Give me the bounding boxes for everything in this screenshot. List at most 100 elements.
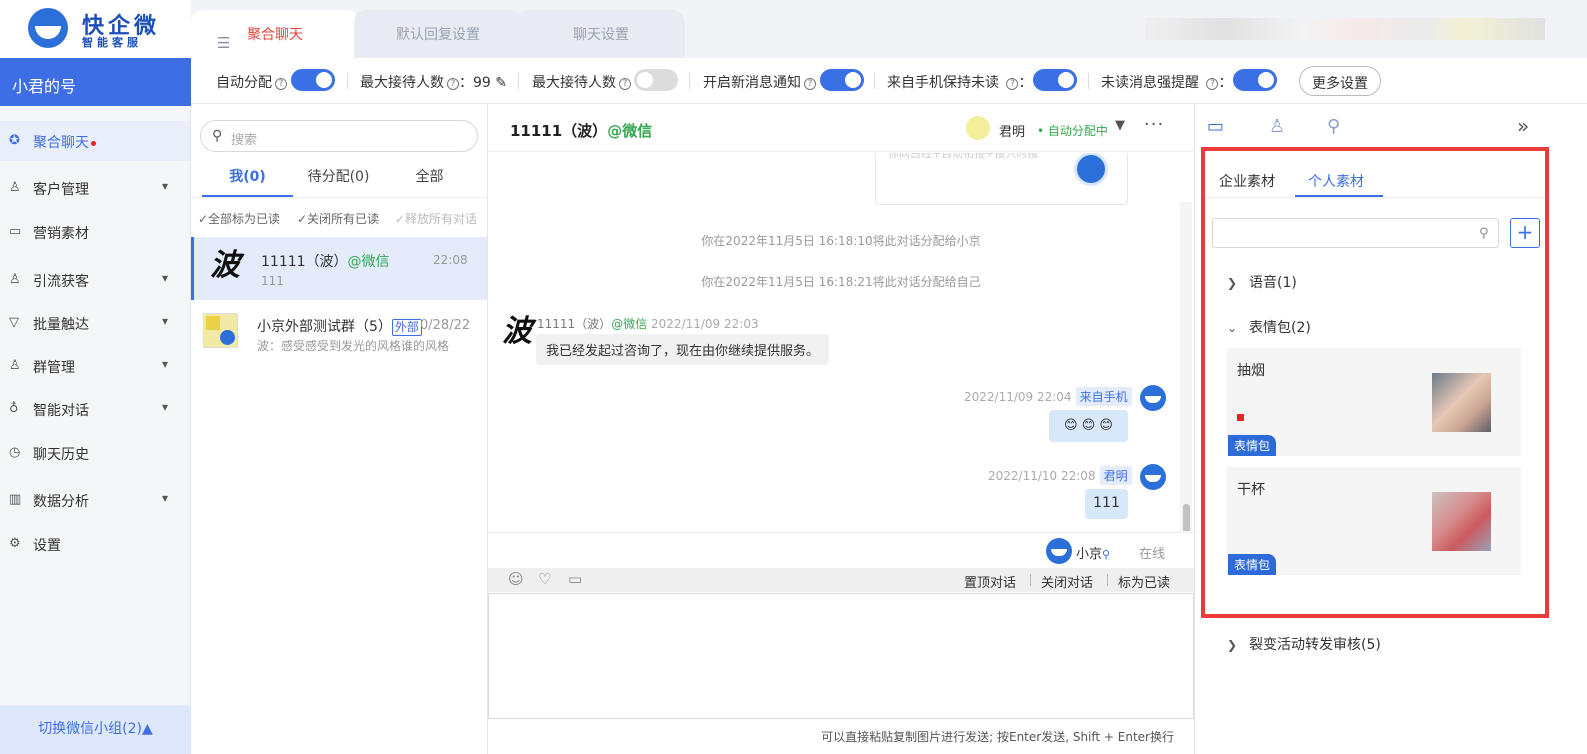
edit-icon[interactable]: ✎	[495, 75, 507, 91]
search-icon: ⚲	[1102, 548, 1111, 561]
pin-conversation-button[interactable]: 置顶对话	[964, 572, 1016, 591]
close-all-read-button[interactable]: ✓关闭所有已读	[297, 210, 379, 227]
mark-read-button[interactable]: 标为已读	[1118, 572, 1170, 591]
max-reception-label: 最大接待人数? ：99 ✎	[360, 75, 508, 91]
close-conversation-button[interactable]: 关闭对话	[1041, 572, 1093, 591]
help-icon[interactable]: ?	[447, 78, 459, 90]
tab-label: 聚合聊天	[247, 27, 303, 43]
tab-personal-material[interactable]: 个人素材	[1308, 171, 1364, 191]
chevron-down-icon: ⌄	[1227, 321, 1238, 335]
sidebar-item-label: 引流获客	[33, 274, 89, 290]
sidebar-item-customer-management[interactable]: ♙ 客户管理 ▾	[0, 168, 190, 208]
conversation-preview: 111	[261, 274, 284, 288]
source-badge: 君明	[1099, 466, 1132, 485]
user-icon[interactable]: ♙	[1269, 116, 1285, 137]
help-icon[interactable]: ?	[1206, 78, 1219, 90]
add-material-button[interactable]: +	[1510, 218, 1540, 248]
wechat-icon: ✪	[9, 133, 20, 148]
account-name[interactable]: 小君的号	[0, 58, 191, 106]
message-bubble: 😊 😊 😊	[1049, 410, 1128, 442]
sidebar-item-aggregated-chat[interactable]: ✪ 聚合聊天	[0, 121, 190, 161]
list-item[interactable]: 波 11111（波）@微信 22:08 111	[191, 237, 487, 300]
release-all-button[interactable]: ✓释放所有对话	[395, 210, 477, 227]
tab-pending[interactable]: 待分配(0)	[293, 166, 384, 186]
scrollbar-thumb[interactable]	[1183, 504, 1190, 531]
menu-fold-icon[interactable]: ☰	[217, 34, 230, 52]
sidebar-item-settings[interactable]: ⚙ 设置	[0, 524, 190, 564]
tab-default-reply-settings[interactable]: 默认回复设置	[354, 10, 522, 58]
scrollbar[interactable]: ▼	[1180, 202, 1192, 531]
unread-strong-remind-label: 未读消息强提醒 ?：	[1101, 75, 1233, 91]
help-icon[interactable]: ?	[1006, 78, 1019, 90]
unread-strong-remind-toggle[interactable]	[1233, 69, 1277, 91]
group-icon: ♙	[9, 358, 21, 373]
help-icon[interactable]: ?	[804, 78, 816, 90]
sidebar-item-smart-dialog[interactable]: ♁ 智能对话 ▾	[0, 389, 190, 429]
sidebar-item-chat-history[interactable]: ◷ 聊天历史	[0, 433, 190, 473]
conversation-time: 0/28/22	[420, 318, 471, 333]
message-input[interactable]	[488, 593, 1194, 719]
sidebar-item-label: 批量触达	[33, 317, 89, 333]
help-icon[interactable]: ?	[275, 78, 287, 90]
search-input[interactable]: ⚲ 搜索	[200, 120, 478, 152]
composer-hint: 可以直接粘贴复制图片进行发送; 按Enter发送, Shift + Enter换…	[821, 730, 1174, 744]
caret-down-icon[interactable]: ▼	[1115, 118, 1125, 133]
material-search-input[interactable]: ⚲	[1212, 218, 1499, 248]
sidebar: 快企微 智能客服 小君的号 ✪ 聚合聊天 ♙ 客户管理 ▾ ▭ 营销素材 ♙ 引…	[0, 0, 191, 754]
more-icon[interactable]: ···	[1144, 114, 1164, 135]
category-voice[interactable]: ❯ 语音(1)	[1227, 272, 1297, 292]
agent-status: • 自动分配中	[1037, 124, 1108, 138]
sticker-card[interactable]: 干杯 表情包	[1227, 467, 1521, 575]
category-stickers[interactable]: ⌄ 表情包(2)	[1227, 317, 1311, 337]
gear-icon: ⚙	[9, 536, 21, 551]
system-message: 你在2022年11月5日 16:18:10将此对话分配给小京	[701, 234, 981, 248]
chevron-down-icon: ▾	[162, 357, 169, 371]
online-status-row: 小京⚲ 在线	[488, 532, 1194, 568]
sidebar-item-marketing-material[interactable]: ▭ 营销素材	[0, 212, 190, 252]
max-reception-value: ：99	[459, 75, 491, 91]
tab-chat-settings[interactable]: 聊天设置	[517, 10, 685, 58]
tab-all[interactable]: 全部	[384, 166, 475, 186]
sidebar-item-batch-reach[interactable]: ▽ 批量触达 ▾	[0, 303, 190, 343]
tab-enterprise-material[interactable]: 企业素材	[1219, 171, 1275, 191]
message-area[interactable]: 你同白经+自动衔接+接入时接 你在2022年11月5日 16:18:10将此对话…	[488, 153, 1194, 531]
sticker-card[interactable]: 抽烟 表情包	[1227, 348, 1521, 456]
sticker-tag: 表情包	[1228, 554, 1277, 575]
list-item[interactable]: 小京外部测试群（5） 外部 0/28/22 波：感受感受到发光的风格谁的风格	[191, 304, 487, 364]
folder-open-icon[interactable]: ▭	[1207, 116, 1224, 137]
heart-icon[interactable]: ♡	[538, 570, 551, 588]
more-settings-button[interactable]: 更多设置	[1299, 66, 1381, 96]
category-fission-review[interactable]: ❯ 裂变活动转发审核(5)	[1227, 634, 1381, 654]
sidebar-item-lead-acquisition[interactable]: ♙ 引流获客 ▾	[0, 260, 190, 300]
collapse-icon[interactable]: »	[1517, 114, 1529, 138]
tab-mine[interactable]: 我(0)	[202, 166, 293, 186]
message-bubble: 111	[1085, 489, 1128, 519]
sidebar-item-data-analysis[interactable]: ▥ 数据分析 ▾	[0, 480, 190, 520]
logo-subtitle: 智能客服	[82, 36, 142, 49]
mark-all-read-button[interactable]: ✓全部标为已读	[198, 210, 280, 227]
conversation-time: 22:08	[433, 253, 468, 267]
auto-assign-toggle[interactable]	[291, 69, 335, 91]
online-status: 在线	[1139, 547, 1166, 562]
phone-keep-unread-toggle[interactable]	[1033, 69, 1077, 91]
message-textarea[interactable]	[489, 594, 1193, 718]
emoji-icon[interactable]: ☺	[508, 570, 524, 588]
switch-wechat-group-button[interactable]: 切换微信小组(2)▲	[0, 705, 191, 754]
help-icon[interactable]: ?	[619, 78, 631, 90]
folder-icon[interactable]: ▭	[568, 570, 582, 588]
user-icon: ♙	[9, 180, 21, 195]
avatar: 波	[502, 314, 532, 349]
tab-aggregated-chat[interactable]: ☰ 聚合聊天	[191, 10, 359, 58]
search-user-icon[interactable]: ⚲	[1327, 116, 1340, 137]
sidebar-item-label: 营销素材	[33, 226, 89, 242]
card-text: 你同白经+自动衔接+接入时接	[888, 153, 1039, 160]
phone-keep-unread-label: 来自手机保持未读 ?：	[887, 75, 1033, 91]
divider	[1088, 73, 1089, 89]
sidebar-item-label: 聚合聊天	[33, 135, 89, 151]
max-reception-toggle[interactable]	[634, 69, 678, 91]
sidebar-item-group-management[interactable]: ♙ 群管理 ▾	[0, 346, 190, 386]
sidebar-item-label: 客户管理	[33, 182, 89, 198]
bulb-icon: ♁	[9, 401, 19, 416]
new-msg-notify-toggle[interactable]	[820, 69, 864, 91]
group-avatar	[203, 313, 238, 348]
